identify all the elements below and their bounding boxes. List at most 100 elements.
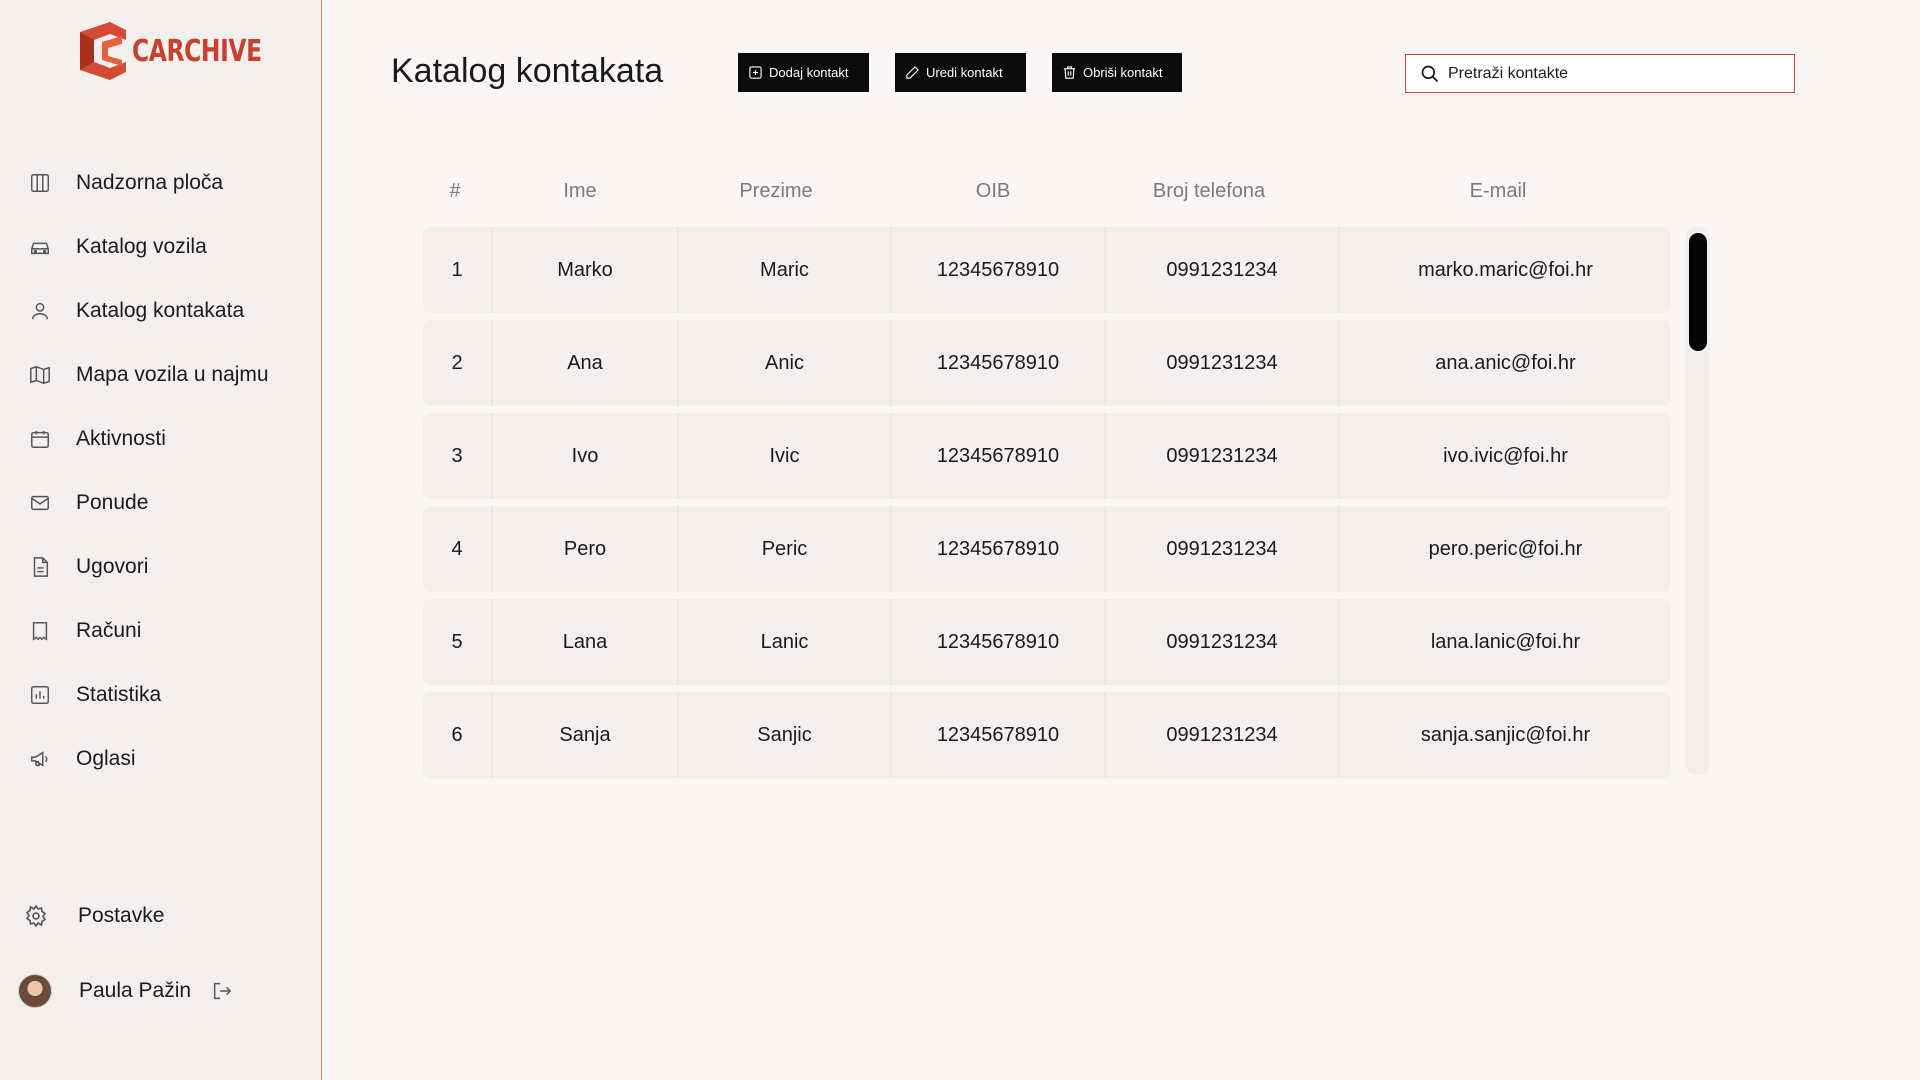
sidebar-item-contacts[interactable]: Katalog kontakata [0,279,321,343]
trash-icon [1063,66,1076,79]
chart-icon [28,683,52,707]
car-icon [28,235,52,259]
sidebar-item-vehicles[interactable]: Katalog vozila [0,215,321,279]
cell-phone: 0991231234 [1166,537,1278,560]
cell-first-name: Lana [562,630,608,653]
search-input[interactable] [1448,64,1778,83]
sidebar-item-dashboard[interactable]: Nadzorna ploča [0,151,321,215]
sidebar: CARCHIVE Nadzorna ploča Katalog vozila K… [0,0,322,1080]
scrollbar-thumb[interactable] [1689,233,1707,351]
sidebar-item-label: Katalog kontakata [76,299,245,322]
user-profile: Paula Pažin [18,974,233,1008]
map-icon [28,363,52,387]
cell-email: lana.lanic@foi.hr [1430,630,1581,653]
cell-email: ana.anic@foi.hr [1435,351,1576,374]
page-title: Katalog kontakata [391,52,664,90]
cell-email: pero.peric@foi.hr [1428,537,1583,560]
sidebar-item-label: Statistika [76,683,162,706]
cell-oib: 12345678910 [936,258,1060,281]
cell-number: 1 [451,258,463,281]
cell-oib: 12345678910 [936,723,1060,746]
cell-email: ivo.ivic@foi.hr [1443,444,1568,467]
table-row[interactable]: 1 Marko Maric 12345678910 0991231234 mar… [423,227,1671,313]
receipt-icon [28,619,52,643]
sidebar-item-label: Nadzorna ploča [76,171,224,194]
megaphone-icon [28,747,52,771]
table-header: # Ime Prezime OIB Broj telefona E-mail [423,180,1671,210]
cell-oib: 12345678910 [936,444,1060,467]
table-row[interactable]: 3 Ivo Ivic 12345678910 0991231234 ivo.iv… [423,413,1671,499]
user-name: Paula Pažin [79,979,192,1002]
cell-phone: 0991231234 [1166,723,1278,746]
cell-first-name: Marko [557,258,613,281]
cell-last-name: Lanic [760,630,809,653]
sidebar-item-label: Ugovori [76,555,149,578]
add-contact-label: Dodaj kontakt [769,65,849,80]
calendar-icon [28,427,52,451]
plus-square-icon [749,66,762,79]
column-header-first-name: Ime [563,180,597,202]
document-icon [28,555,52,579]
user-icon [28,299,52,323]
pencil-icon [906,66,919,79]
cell-email: marko.maric@foi.hr [1418,258,1593,281]
edit-contact-label: Uredi kontakt [926,65,1003,80]
table-row[interactable]: 2 Ana Anic 12345678910 0991231234 ana.an… [423,320,1671,406]
cell-last-name: Anic [765,351,804,374]
sidebar-item-label: Oglasi [76,747,136,770]
search-box [1405,54,1795,93]
cell-number: 6 [451,723,463,746]
cell-number: 3 [451,444,463,467]
sidebar-item-offers[interactable]: Ponude [0,471,321,535]
cell-phone: 0991231234 [1166,630,1278,653]
logout-icon[interactable] [211,980,233,1002]
sidebar-item-ads[interactable]: Oglasi [0,727,321,791]
sidebar-item-contracts[interactable]: Ugovori [0,535,321,599]
cell-oib: 12345678910 [936,537,1060,560]
column-header-number: # [449,180,461,202]
sidebar-item-label: Aktivnosti [76,427,166,450]
table-row[interactable]: 4 Pero Peric 12345678910 0991231234 pero… [423,506,1671,592]
gear-icon [24,904,48,928]
cell-number: 2 [451,351,463,374]
column-header-last-name: Prezime [739,180,813,202]
cell-phone: 0991231234 [1166,258,1278,281]
column-header-oib: OIB [975,180,1011,202]
carchive-logo-icon [80,22,126,80]
sidebar-item-label: Računi [76,619,142,642]
avatar[interactable] [18,974,52,1008]
brand-logo[interactable]: CARCHIVE [72,20,298,82]
cell-number: 5 [451,630,463,653]
add-contact-button[interactable]: Dodaj kontakt [738,53,869,92]
edit-contact-button[interactable]: Uredi kontakt [895,53,1026,92]
search-icon [1421,65,1439,82]
table-row[interactable]: 6 Sanja Sanjic 12345678910 0991231234 sa… [423,692,1671,778]
settings-label: Postavke [78,904,165,927]
cell-oib: 12345678910 [936,630,1060,653]
delete-contact-button[interactable]: Obriši kontakt [1052,53,1182,92]
cell-first-name: Ivo [571,444,599,467]
sidebar-item-label: Ponude [76,491,149,514]
cell-first-name: Sanja [559,723,611,746]
cell-last-name: Sanjic [757,723,812,746]
cell-last-name: Ivic [769,444,800,467]
mail-icon [28,491,52,515]
table-row[interactable]: 5 Lana Lanic 12345678910 0991231234 lana… [423,599,1671,685]
sidebar-item-activities[interactable]: Aktivnosti [0,407,321,471]
column-header-email: E-mail [1469,180,1527,202]
column-header-phone: Broj telefona [1152,180,1266,202]
cell-first-name: Ana [567,351,603,374]
cell-last-name: Maric [760,258,809,281]
sidebar-nav: Nadzorna ploča Katalog vozila Katalog ko… [0,151,321,791]
cell-phone: 0991231234 [1166,351,1278,374]
sidebar-item-label: Katalog vozila [76,235,207,258]
sidebar-item-invoices[interactable]: Računi [0,599,321,663]
sidebar-item-rental-map[interactable]: Mapa vozila u najmu [0,343,321,407]
delete-contact-label: Obriši kontakt [1083,65,1163,80]
sidebar-item-statistics[interactable]: Statistika [0,663,321,727]
brand-name: CARCHIVE [132,33,262,69]
cell-last-name: Peric [761,537,808,560]
cell-number: 4 [451,537,463,560]
dashboard-icon [28,171,52,195]
settings-link[interactable]: Postavke [24,904,164,928]
